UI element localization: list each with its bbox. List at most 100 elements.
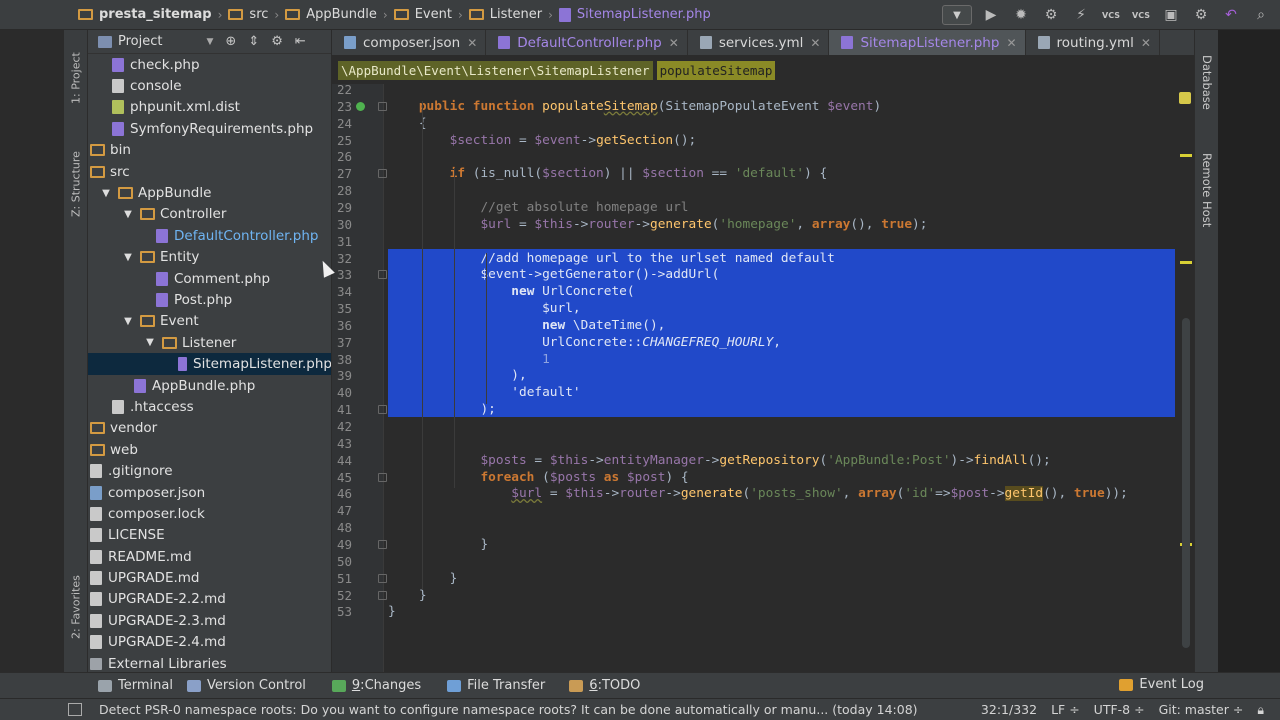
implements-method-icon[interactable]	[356, 101, 365, 111]
breadcrumb-item[interactable]: presta_sitemap	[74, 0, 216, 30]
php-icon[interactable]: ⚡	[1070, 4, 1092, 26]
tree-item[interactable]: web	[88, 439, 331, 460]
expand-arrow-icon[interactable]: ▼	[100, 188, 112, 199]
code-line[interactable]	[388, 233, 1194, 250]
code-line[interactable]: 'default'	[388, 384, 1194, 401]
gear-icon[interactable]: ⚙	[271, 34, 283, 49]
project-view-selector[interactable]: Project	[118, 34, 162, 49]
code-line[interactable]: foreach ($posts as $post) {	[388, 469, 1194, 486]
tree-item[interactable]: README.md	[88, 546, 331, 567]
expand-arrow-icon[interactable]: ▼	[122, 316, 134, 327]
code-line[interactable]	[388, 435, 1194, 452]
code-editor[interactable]: public function populateSitemap(SitemapP…	[332, 84, 1194, 672]
method-crumb[interactable]: populateSitemap	[656, 60, 776, 80]
close-tab-icon[interactable]: ✕	[1141, 36, 1151, 50]
code-line[interactable]	[388, 553, 1194, 570]
code-line[interactable]: 1	[388, 351, 1194, 368]
search-everywhere-icon[interactable]: ⌕	[1250, 4, 1272, 26]
code-line[interactable]: );	[388, 401, 1194, 418]
code-line[interactable]: }	[388, 570, 1194, 587]
code-line[interactable]: $section = $event->getSection();	[388, 132, 1194, 149]
structure-tool-tab[interactable]: Z: Structure	[64, 136, 88, 232]
code-line[interactable]: $url,	[388, 300, 1194, 317]
expand-arrow-icon[interactable]: ▼	[122, 252, 134, 263]
tree-item[interactable]: SymfonyRequirements.php	[88, 118, 331, 139]
code-line[interactable]: $posts = $this->entityManager->getReposi…	[388, 452, 1194, 469]
close-tab-icon[interactable]: ✕	[669, 36, 679, 50]
editor-tab[interactable]: routing.yml ✕	[1026, 30, 1160, 55]
tree-item[interactable]: composer.json	[88, 482, 331, 503]
run-config-dropdown[interactable]: ▼	[942, 5, 972, 25]
event-log-button[interactable]: Event Log	[1119, 677, 1204, 692]
fold-marker-icon[interactable]	[378, 169, 387, 179]
hide-panel-icon[interactable]: ⇤	[295, 34, 306, 49]
git-branch[interactable]: Git: master ÷	[1159, 702, 1244, 718]
code-line[interactable]: }	[388, 587, 1194, 604]
tree-item[interactable]: SitemapListener.php	[88, 353, 331, 375]
code-line[interactable]	[388, 84, 1194, 98]
tree-item[interactable]: Post.php	[88, 289, 331, 310]
fold-marker-icon[interactable]	[378, 405, 387, 415]
scroll-from-source-icon[interactable]: ⊕	[225, 34, 236, 49]
code-line[interactable]: new \DateTime(),	[388, 317, 1194, 334]
warning-marker[interactable]	[1180, 154, 1192, 157]
code-line[interactable]	[388, 418, 1194, 435]
line-separator[interactable]: LF ÷	[1051, 702, 1080, 718]
tree-item[interactable]: DefaultController.php	[88, 225, 331, 246]
code-line[interactable]: }	[388, 536, 1194, 553]
code-line[interactable]	[388, 182, 1194, 199]
code-line[interactable]: }	[388, 603, 1194, 620]
breadcrumb-item[interactable]: src	[224, 0, 272, 30]
code-line[interactable]: $url = $this->router->generate('homepage…	[388, 216, 1194, 233]
changes-tool-button[interactable]: 9: Changes	[331, 678, 421, 693]
tree-item[interactable]: UPGRADE-2.3.md	[88, 610, 331, 631]
editor-tab[interactable]: services.yml ✕	[688, 30, 830, 55]
editor-tab[interactable]: DefaultController.php ✕	[486, 30, 688, 55]
tree-item[interactable]: External Libraries	[88, 653, 331, 672]
tool-windows-toggle-icon[interactable]	[68, 703, 82, 716]
tree-item[interactable]: AppBundle.php	[88, 375, 331, 396]
breadcrumb-item[interactable]: AppBundle	[281, 0, 381, 30]
expand-arrow-icon[interactable]: ▼	[122, 209, 134, 220]
settings-icon[interactable]: ▣	[1160, 4, 1182, 26]
remote-host-tool-tab[interactable]: Remote Host	[1195, 140, 1219, 240]
warning-marker[interactable]	[1180, 261, 1192, 264]
code-line[interactable]: new UrlConcrete(	[388, 283, 1194, 300]
tree-item[interactable]: Comment.php	[88, 268, 331, 289]
code-line[interactable]: {	[388, 115, 1194, 132]
code-line[interactable]: //get absolute homepage url	[388, 199, 1194, 216]
caret-position[interactable]: 32:1/332	[981, 702, 1037, 718]
tree-item[interactable]: UPGRADE-2.2.md	[88, 589, 331, 610]
fold-marker-icon[interactable]	[378, 101, 387, 111]
collapse-all-icon[interactable]: ⇕	[248, 34, 259, 49]
code-line[interactable]: if (is_null($section) || $section == 'de…	[388, 165, 1194, 182]
fold-marker-icon[interactable]	[378, 573, 387, 583]
fold-marker-icon[interactable]	[378, 590, 387, 600]
lock-icon[interactable]: 🔒︎	[1257, 702, 1264, 718]
breadcrumb-item[interactable]: Event	[390, 0, 456, 30]
tree-item[interactable]: ▼ Listener	[88, 332, 331, 353]
inspection-status-icon[interactable]	[1179, 92, 1191, 104]
close-tab-icon[interactable]: ✕	[1006, 36, 1016, 50]
expand-arrow-icon[interactable]: ▼	[144, 337, 156, 348]
chevron-down-icon[interactable]: ▼	[206, 37, 213, 47]
tree-item[interactable]: .gitignore	[88, 460, 331, 481]
vcs-commit-icon[interactable]: VCS	[1130, 4, 1152, 26]
namespace-crumb[interactable]: \AppBundle\Event\Listener\SitemapListene…	[338, 60, 653, 80]
tree-item[interactable]: bin	[88, 140, 331, 161]
debug-icon[interactable]: ✹	[1010, 4, 1032, 26]
code-line[interactable]: $url = $this->router->generate('posts_sh…	[388, 485, 1194, 502]
fold-marker-icon[interactable]	[378, 270, 387, 280]
code-line[interactable]: UrlConcrete::CHANGEFREQ_HOURLY,	[388, 334, 1194, 351]
tree-item[interactable]: ▼ AppBundle	[88, 182, 331, 203]
fold-marker-icon[interactable]	[378, 539, 387, 549]
tree-item[interactable]: console	[88, 75, 331, 96]
undo-icon[interactable]: ↶	[1220, 4, 1242, 26]
tree-item[interactable]: ▼ Event	[88, 311, 331, 332]
breadcrumb-item[interactable]: SitemapListener.php	[555, 0, 715, 30]
code-line[interactable]	[388, 502, 1194, 519]
tree-item[interactable]: vendor	[88, 418, 331, 439]
editor-tab[interactable]: SitemapListener.php ✕	[829, 30, 1026, 55]
tree-item[interactable]: LICENSE	[88, 525, 331, 546]
sdk-icon[interactable]: ⚙	[1190, 4, 1212, 26]
